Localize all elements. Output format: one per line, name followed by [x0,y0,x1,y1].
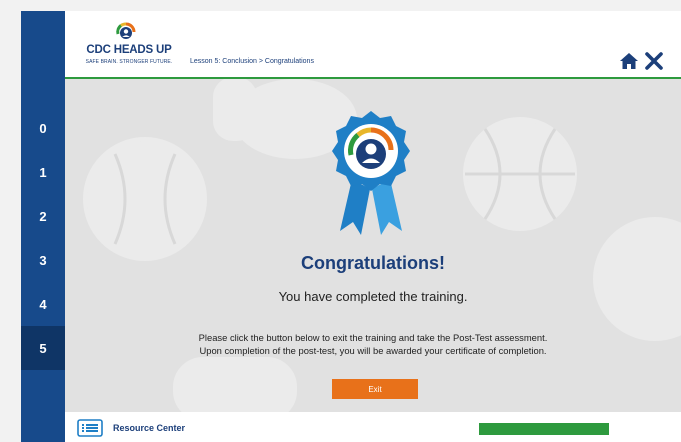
app-frame: 0 1 2 3 4 5 CDC HEADS UP SAFE BRAIN. STR… [21,11,681,442]
resource-center-button[interactable]: Resource Center [77,419,185,437]
logo-title: CDC HEADS UP [86,44,172,56]
instructions-line-1: Please click the button below to exit th… [198,332,548,343]
exit-button[interactable]: Exit [332,379,418,399]
main-content: Congratulations! You have completed the … [65,79,681,412]
congratulations-title: Congratulations! [301,253,445,273]
nav-item-2[interactable]: 2 [21,194,65,238]
course-progress-fill [479,423,609,435]
resource-center-label: Resource Center [113,423,186,433]
close-icon[interactable] [644,51,664,71]
nav-item-0[interactable]: 0 [21,106,65,150]
nav-item-3[interactable]: 3 [21,238,65,282]
cdc-heads-up-logo: CDC HEADS UP SAFE BRAIN. STRONGER FUTURE… [73,17,185,73]
footer: Resource Center [65,412,681,442]
nav-item-1[interactable]: 1 [21,150,65,194]
header: CDC HEADS UP SAFE BRAIN. STRONGER FUTURE… [65,11,681,79]
home-icon[interactable] [619,51,639,71]
course-progress-bar [479,423,609,435]
lesson-sidebar: 0 1 2 3 4 5 [21,11,65,442]
nav-item-4[interactable]: 4 [21,282,65,326]
nav-item-5[interactable]: 5 [21,326,65,370]
instructions-line-2: Upon completion of the post-test, you wi… [199,345,547,356]
breadcrumb: Lesson 5: Conclusion > Congratulations [190,58,314,65]
instructions-text: Please click the button below to exit th… [65,331,681,357]
award-ribbon-icon [332,111,410,235]
logo-mark-icon [116,22,136,39]
list-icon [77,419,103,437]
completion-message: You have completed the training. [278,289,468,304]
logo-tagline: SAFE BRAIN. STRONGER FUTURE. [85,59,173,65]
